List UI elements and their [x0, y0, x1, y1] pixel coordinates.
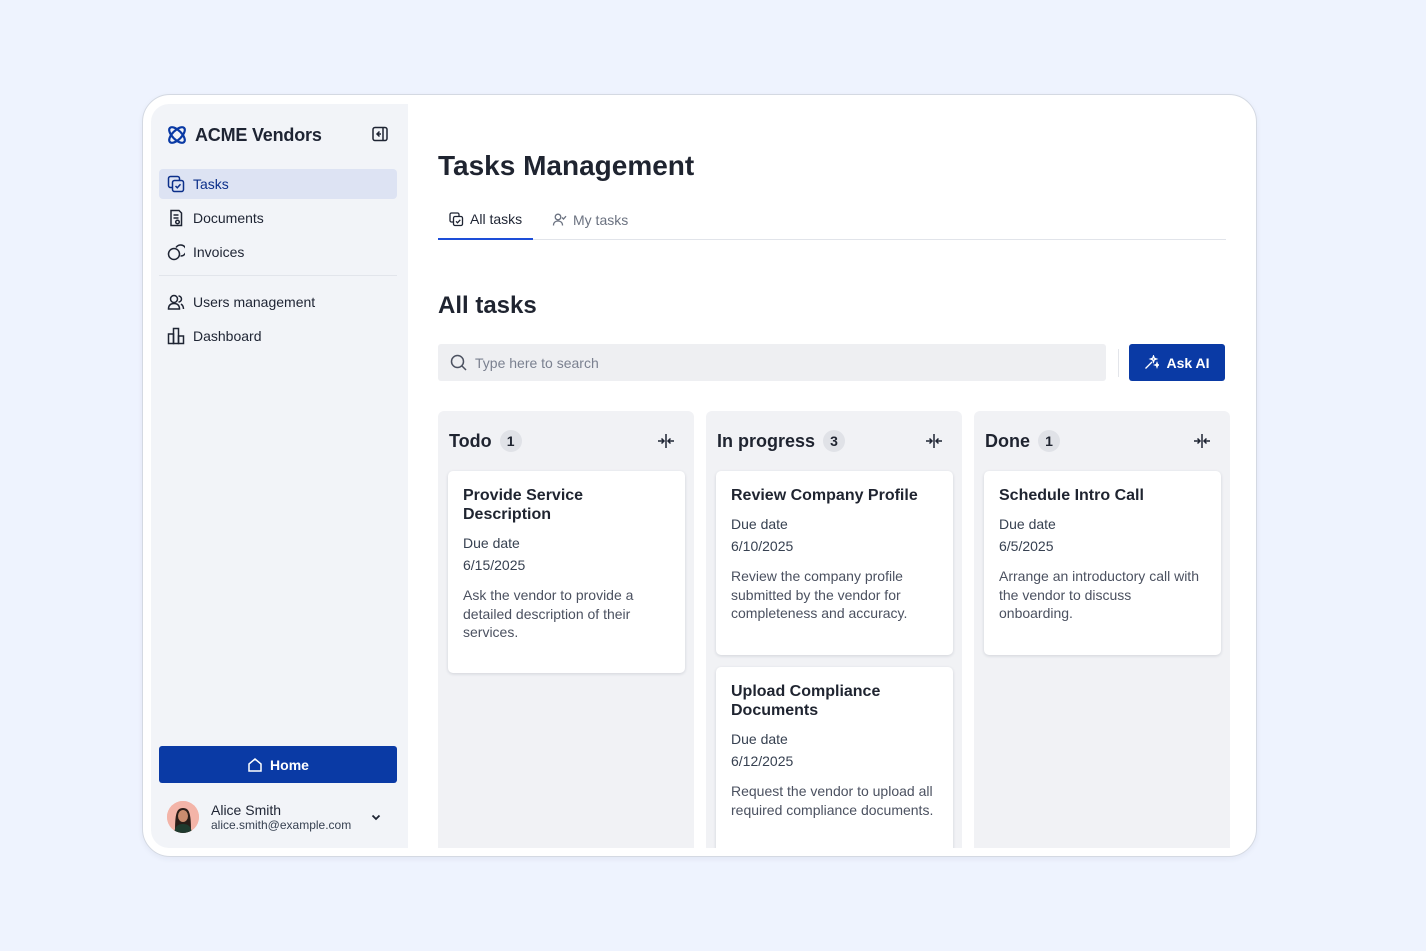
toolbar-divider — [1118, 349, 1119, 377]
kanban-board: Todo 1 Provide Service Description Due d… — [438, 411, 1238, 848]
user-email: alice.smith@example.com — [211, 817, 352, 832]
user-menu[interactable]: Alice Smith alice.smith@example.com — [167, 799, 389, 835]
user-info: Alice Smith alice.smith@example.com — [211, 802, 351, 833]
due-date-value: 6/15/2025 — [463, 557, 526, 573]
task-description: Request the vendor to upload all require… — [731, 783, 934, 818]
collapse-column-icon[interactable] — [657, 432, 675, 450]
sidebar-item-label: Documents — [193, 210, 264, 226]
due-date-value: 6/5/2025 — [999, 538, 1054, 554]
tab-label: All tasks — [470, 211, 523, 227]
task-card[interactable]: Upload Compliance Documents Due date 6/1… — [716, 667, 953, 848]
page-title: Tasks Management — [438, 150, 695, 181]
sidebar-item-tasks[interactable]: Tasks — [159, 169, 397, 199]
due-date-label: Due date — [731, 731, 788, 747]
due-date-label: Due date — [731, 516, 788, 532]
sidebar-item-documents[interactable]: Documents — [159, 203, 397, 233]
sidebar-item-dashboard[interactable]: Dashboard — [159, 321, 397, 351]
column-in-progress: In progress 3 Review Company Profile Due… — [706, 411, 962, 848]
search-input[interactable] — [475, 354, 1075, 371]
secondary-nav: Users management Dashboard — [159, 287, 397, 355]
search-bar[interactable] — [438, 344, 1106, 381]
home-icon — [248, 757, 262, 772]
column-count-badge: 3 — [823, 430, 846, 452]
column-done: Done 1 Schedule Intro Call Due date 6/5/… — [974, 411, 1230, 848]
nav-divider — [159, 275, 397, 276]
sidebar-item-users-management[interactable]: Users management — [159, 287, 397, 317]
due-date-label: Due date — [999, 516, 1056, 532]
app-frame: ACME Vendors Tasks Documents Invoices Us… — [142, 94, 1257, 857]
column-title: In progress — [717, 430, 816, 451]
acme-logo-icon — [168, 126, 186, 144]
tasks-icon — [449, 211, 464, 226]
task-description: Review the company profile submitted by … — [731, 568, 908, 621]
brand[interactable]: ACME Vendors — [165, 122, 322, 148]
task-title: Review Company Profile — [731, 487, 918, 504]
task-card[interactable]: Provide Service Description Due date 6/1… — [448, 471, 685, 673]
column-count-badge: 1 — [1038, 430, 1060, 452]
tab-bar: All tasks My tasks — [438, 200, 1226, 240]
task-title: Upload Compliance Documents — [731, 683, 881, 719]
collapse-column-icon[interactable] — [1193, 432, 1211, 450]
column-header: Todo 1 — [449, 430, 522, 452]
section-title: All tasks — [438, 292, 537, 319]
column-count-badge: 1 — [499, 430, 522, 452]
app-window: ACME Vendors Tasks Documents Invoices Us… — [151, 104, 1248, 848]
tab-all-tasks[interactable]: All tasks — [438, 200, 533, 240]
task-description: Arrange an introductory call with the ve… — [999, 568, 1199, 621]
collapse-sidebar-icon[interactable] — [371, 125, 389, 143]
column-title: Todo — [449, 430, 492, 451]
sidebar-item-label: Users management — [193, 294, 316, 310]
sparkles-icon — [1145, 355, 1160, 370]
invoices-icon — [167, 244, 185, 261]
users-icon — [167, 294, 185, 310]
sidebar-item-label: Invoices — [193, 244, 245, 260]
task-title: Provide Service Description — [463, 487, 584, 523]
avatar — [167, 801, 199, 833]
primary-nav: Tasks Documents Invoices — [159, 169, 397, 271]
brand-name: ACME Vendors — [195, 124, 322, 145]
dashboard-icon — [167, 327, 185, 345]
collapse-column-icon[interactable] — [925, 432, 943, 450]
column-title: Done — [985, 430, 1030, 451]
due-date-label: Due date — [463, 535, 520, 551]
documents-icon — [170, 209, 183, 227]
column-header: In progress 3 — [717, 430, 846, 452]
task-card[interactable]: Schedule Intro Call Due date 6/5/2025 Ar… — [984, 471, 1221, 655]
home-button-label: Home — [270, 756, 309, 773]
user-name: Alice Smith — [211, 801, 282, 818]
tasks-icon — [167, 175, 185, 193]
main-content: Tasks Management All tasks My tasks All … — [408, 104, 1248, 848]
column-header: Done 1 — [985, 430, 1060, 452]
sidebar-item-invoices[interactable]: Invoices — [159, 237, 397, 267]
sidebar-item-label: Dashboard — [193, 328, 262, 344]
task-card[interactable]: Review Company Profile Due date 6/10/202… — [716, 471, 953, 655]
tab-my-tasks[interactable]: My tasks — [552, 200, 628, 239]
ask-ai-label: Ask AI — [1166, 354, 1210, 371]
column-todo: Todo 1 Provide Service Description Due d… — [438, 411, 694, 848]
search-icon — [450, 354, 467, 371]
home-button[interactable]: Home — [159, 746, 397, 783]
ask-ai-button[interactable]: Ask AI — [1129, 344, 1225, 381]
chevron-down-icon[interactable] — [369, 810, 383, 824]
sidebar: ACME Vendors Tasks Documents Invoices Us… — [151, 104, 408, 848]
user-check-icon — [552, 213, 567, 226]
task-title: Schedule Intro Call — [999, 487, 1144, 504]
sidebar-item-label: Tasks — [193, 176, 229, 192]
due-date-value: 6/12/2025 — [731, 753, 794, 769]
due-date-value: 6/10/2025 — [731, 538, 794, 554]
tab-label: My tasks — [573, 211, 629, 228]
task-description: Ask the vendor to provide a detailed des… — [463, 587, 634, 640]
